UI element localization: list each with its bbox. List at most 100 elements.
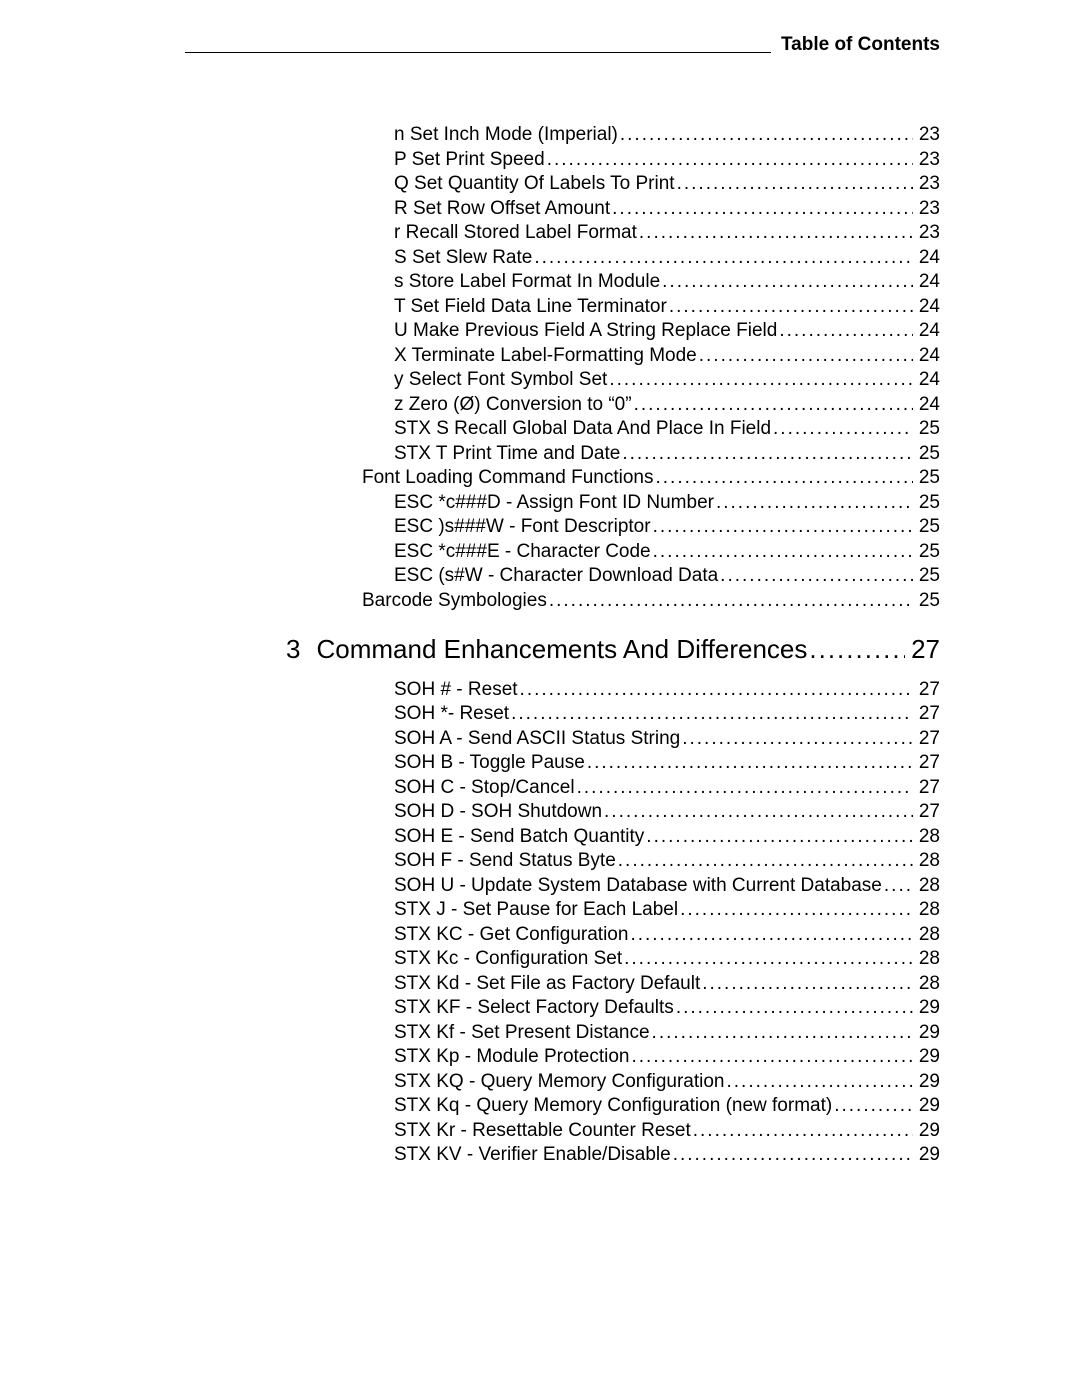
toc-leaders [624,949,913,968]
page: Table of Contents n Set Inch Mode (Imper… [0,0,1080,1397]
toc-entry-page: 29 [915,1023,940,1042]
toc-entry: STX KV - Verifier Enable/Disable29 [394,1145,940,1164]
toc-entry: z Zero (Ø) Conversion to “0”24 [394,395,940,414]
toc-entry-label: r Recall Stored Label Format [394,223,637,242]
toc-leaders [773,419,913,438]
toc-entry: SOH B - Toggle Pause27 [394,753,940,772]
toc-entry-label: SOH B - Toggle Pause [394,753,585,772]
toc-entry-page: 27 [915,729,940,748]
toc-entry-label: SOH E - Send Batch Quantity [394,827,644,846]
toc-entry-page: 25 [915,444,940,463]
toc-entry-page: 24 [915,297,940,316]
toc-entry-page: 25 [915,419,940,438]
toc-entry: STX KF - Select Factory Defaults 29 [394,998,940,1017]
toc-entry: s Store Label Format In Module 24 [394,272,940,291]
toc-leaders [727,1072,913,1091]
toc-entry-label: STX Kf - Set Present Distance [394,1023,650,1042]
toc-leaders [609,370,913,389]
toc-leaders [646,827,913,846]
toc-entry: SOH F - Send Status Byte28 [394,851,940,870]
toc-entry-page: 24 [915,248,940,267]
toc-entry: n Set Inch Mode (Imperial)23 [394,125,940,144]
toc-entry-page: 24 [915,272,940,291]
toc-entry: SOH # - Reset27 [394,680,940,699]
toc-entry: SOH D - SOH Shutdown27 [394,802,940,821]
toc-entry: Q Set Quantity Of Labels To Print23 [394,174,940,193]
toc-leaders [662,272,913,291]
toc-entry: P Set Print Speed23 [394,150,940,169]
toc-entry-page: 24 [915,346,940,365]
toc-leaders [549,591,913,610]
toc-entry-label: ESC *c###E - Character Code [394,542,651,561]
toc-entry-label: STX Kp - Module Protection [394,1047,630,1066]
toc-entry-page: 29 [915,1072,940,1091]
toc-leaders [680,900,913,919]
page-header-title: Table of Contents [771,34,940,56]
toc-entry: ESC *c###D - Assign Font ID Number25 [394,493,940,512]
toc-entry-label: STX S Recall Global Data And Place In Fi… [394,419,771,438]
toc-leaders [622,444,913,463]
toc-entry-page: 24 [915,321,940,340]
toc-entry: U Make Previous Field A String Replace F… [394,321,940,340]
toc-entry: STX Kr - Resettable Counter Reset29 [394,1121,940,1140]
toc-entry: Font Loading Command Functions25 [362,468,940,487]
toc-leaders [652,1023,913,1042]
toc-leaders [653,517,913,536]
toc-entry-label: ESC (s#W - Character Download Data [394,566,718,585]
toc-entry-page: 27 [915,704,940,723]
chapter-page: 27 [907,636,940,662]
toc-entry-label: U Make Previous Field A String Replace F… [394,321,777,340]
toc-entry-label: STX Kd - Set File as Factory Default [394,974,700,993]
toc-entry-label: s Store Label Format In Module [394,272,660,291]
toc-entry-label: ESC )s###W - Font Descriptor [394,517,651,536]
toc-entry-page: 25 [915,591,940,610]
toc-leaders [604,802,913,821]
toc-entry-page: 29 [915,998,940,1017]
toc-entry: y Select Font Symbol Set24 [394,370,940,389]
toc-entry-page: 25 [915,517,940,536]
toc-leaders [676,998,913,1017]
toc-leaders [630,925,912,944]
toc-leaders [618,851,913,870]
toc-entry-page: 24 [915,395,940,414]
toc-entry: SOH U - Update System Database with Curr… [394,876,940,895]
toc-entry: T Set Field Data Line Terminator 24 [394,297,940,316]
toc-entry-page: 25 [915,566,940,585]
toc-entry-page: 27 [915,802,940,821]
toc-entry-label: STX J - Set Pause for Each Label [394,900,678,919]
toc-leaders [634,395,913,414]
toc-entry: ESC *c###E - Character Code25 [394,542,940,561]
toc-entry: STX Kq - Query Memory Configuration (new… [394,1096,940,1115]
toc-leaders [511,704,913,723]
toc-leaders [577,778,913,797]
toc-chapter-heading: 3 Command Enhancements And Differences 2… [286,636,940,662]
toc-entry-page: 23 [915,199,940,218]
toc-entry-page: 28 [915,876,940,895]
toc-entry-page: 28 [915,974,940,993]
toc-entry-label: SOH A - Send ASCII Status String [394,729,680,748]
toc-leaders [693,1121,913,1140]
toc-leaders [520,680,913,699]
toc-entry: SOH C - Stop/Cancel27 [394,778,940,797]
toc-entry-page: 29 [915,1121,940,1140]
toc-entry-label: STX KF - Select Factory Defaults [394,998,674,1017]
toc-entry: X Terminate Label-Formatting Mode 24 [394,346,940,365]
toc-entry-label: SOH *- Reset [394,704,509,723]
toc-entry-label: Barcode Symbologies [362,591,547,610]
toc-entry-label: S Set Slew Rate [394,248,532,267]
toc-entry-label: T Set Field Data Line Terminator [394,297,667,316]
toc-leaders [547,150,913,169]
toc-entry-label: Font Loading Command Functions [362,468,654,487]
toc-leaders [677,174,913,193]
toc-entry-label: SOH # - Reset [394,680,518,699]
toc-entry-label: R Set Row Offset Amount [394,199,610,218]
toc-leaders [534,248,913,267]
toc-entry-label: X Terminate Label-Formatting Mode [394,346,697,365]
toc-entry: STX Kc - Configuration Set28 [394,949,940,968]
toc-entry-page: 29 [915,1096,940,1115]
toc-entry-label: P Set Print Speed [394,150,545,169]
toc-leaders [884,876,913,895]
toc-entry-page: 23 [915,125,940,144]
toc-entry-page: 23 [915,174,940,193]
toc-entry-page: 28 [915,851,940,870]
